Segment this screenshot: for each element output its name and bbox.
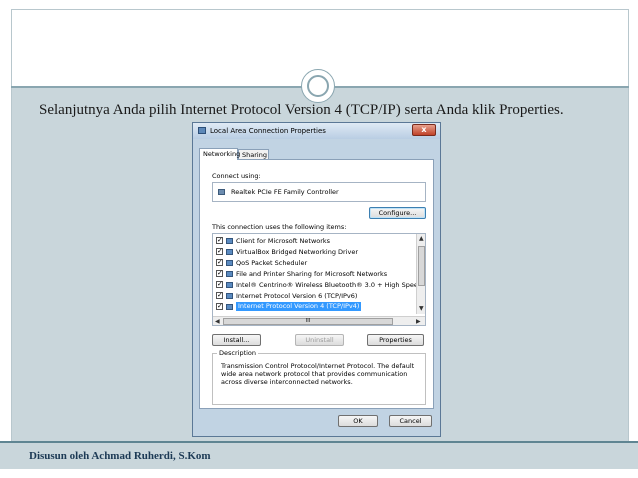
dialog-titlebar[interactable]: Local Area Connection Properties x	[193, 123, 440, 139]
list-item-qos[interactable]: ✓ QoS Packet Scheduler	[216, 258, 414, 268]
checkbox[interactable]: ✓	[216, 259, 223, 266]
footer-author: Disusun oleh Achmad Ruherdi, S.Kom	[29, 450, 211, 462]
dialog-title: Local Area Connection Properties	[210, 127, 326, 135]
install-button[interactable]: Install...	[212, 334, 261, 346]
scroll-left-icon[interactable]: ◀	[215, 318, 220, 325]
list-item-label: Client for Microsoft Networks	[236, 237, 331, 245]
checkbox[interactable]: ✓	[216, 303, 223, 310]
scroll-thumb[interactable]: III	[223, 318, 393, 325]
ok-button[interactable]: OK	[338, 415, 378, 427]
list-item-label: Intel® Centrino® Wireless Bluetooth® 3.0…	[236, 281, 418, 289]
network-icon	[198, 127, 206, 134]
configure-button[interactable]: Configure...	[369, 207, 426, 219]
scroll-right-icon[interactable]: ▶	[416, 318, 421, 325]
decorative-inner-circle	[307, 75, 329, 97]
properties-dialog: Local Area Connection Properties x Netwo…	[192, 122, 441, 437]
checkbox[interactable]: ✓	[216, 292, 223, 299]
network-service-icon	[226, 260, 233, 266]
checkbox[interactable]: ✓	[216, 237, 223, 244]
cancel-button[interactable]: Cancel	[389, 415, 432, 427]
list-item-label: File and Printer Sharing for Microsoft N…	[236, 270, 388, 278]
list-item-virtualbox[interactable]: ✓ VirtualBox Bridged Networking Driver	[216, 247, 414, 257]
network-service-icon	[226, 249, 233, 255]
list-item-ipv4[interactable]: ✓ Internet Protocol Version 4 (TCP/IPv4)	[216, 302, 414, 312]
checkbox[interactable]: ✓	[216, 248, 223, 255]
items-list[interactable]: ✓ Client for Microsoft Networks ✓ Virtua…	[212, 233, 426, 326]
description-text: Transmission Control Protocol/Internet P…	[221, 362, 415, 386]
properties-button[interactable]: Properties	[367, 334, 424, 346]
adapter-name: Realtek PCIe FE Family Controller	[231, 188, 339, 196]
list-item-label: VirtualBox Bridged Networking Driver	[236, 248, 359, 256]
protocol-icon	[226, 282, 233, 288]
adapter-field: Realtek PCIe FE Family Controller	[212, 182, 426, 202]
protocol-icon	[226, 293, 233, 299]
close-button[interactable]: x	[412, 124, 436, 136]
checkbox[interactable]: ✓	[216, 270, 223, 277]
list-item-file-printer-sharing[interactable]: ✓ File and Printer Sharing for Microsoft…	[216, 269, 414, 279]
decorative-circle-icon	[301, 69, 335, 103]
connect-using-label: Connect using:	[212, 172, 261, 180]
uninstall-button[interactable]: Uninstall	[295, 334, 344, 346]
description-title: Description	[217, 349, 259, 357]
list-item-bluetooth[interactable]: ✓ Intel® Centrino® Wireless Bluetooth® 3…	[216, 280, 418, 290]
items-label: This connection uses the following items…	[212, 223, 347, 231]
list-item-client-ms-networks[interactable]: ✓ Client for Microsoft Networks	[216, 236, 414, 246]
checkbox[interactable]: ✓	[216, 281, 223, 288]
scroll-thumb[interactable]	[418, 246, 425, 286]
protocol-icon	[226, 304, 233, 310]
list-item-ipv6[interactable]: ✓ Internet Protocol Version 6 (TCP/IPv6)	[216, 291, 414, 301]
scroll-up-icon[interactable]: ▲	[419, 235, 424, 242]
vertical-scrollbar[interactable]: ▲ ▼	[416, 234, 425, 314]
network-service-icon	[226, 271, 233, 277]
adapter-icon	[218, 189, 225, 195]
network-client-icon	[226, 238, 233, 244]
list-item-label: Internet Protocol Version 6 (TCP/IPv6)	[236, 292, 358, 300]
scroll-down-icon[interactable]: ▼	[419, 305, 424, 312]
list-item-label: QoS Packet Scheduler	[236, 259, 308, 267]
list-item-label: Internet Protocol Version 4 (TCP/IPv4)	[236, 302, 362, 311]
horizontal-scrollbar[interactable]: ◀ III ▶	[213, 316, 425, 325]
slide: Selanjutnya Anda pilih Internet Protocol…	[0, 0, 638, 478]
tab-networking[interactable]: Networking	[199, 148, 240, 160]
slide-body-text: Selanjutnya Anda pilih Internet Protocol…	[39, 102, 564, 118]
